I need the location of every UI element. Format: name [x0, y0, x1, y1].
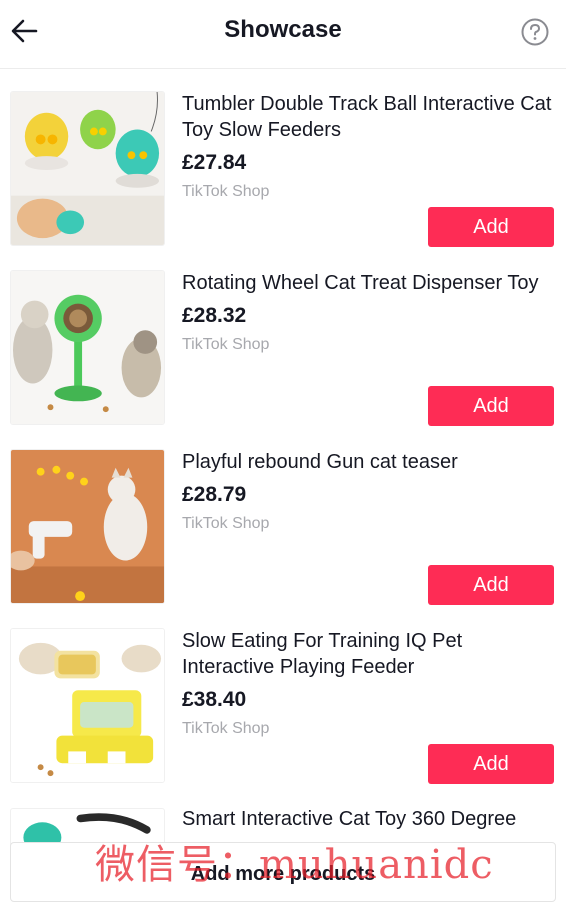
shop-label: TikTok Shop: [182, 515, 270, 532]
product-price: £27.84: [182, 151, 247, 174]
shop-label: TikTok Shop: [182, 183, 270, 200]
product-image: [10, 270, 165, 425]
add-more-products-button[interactable]: Add more products: [10, 842, 556, 902]
shop-label: TikTok Shop: [182, 720, 270, 737]
product-price: £38.40: [182, 688, 247, 711]
product-image: [10, 449, 165, 604]
product-name: Tumbler Double Track Ball Interactive Ca…: [182, 93, 552, 141]
add-button[interactable]: Add: [428, 386, 554, 426]
product-card[interactable]: Rotating Wheel Cat Treat Dispenser Toy £…: [0, 248, 566, 426]
top-bar: Showcase: [0, 0, 566, 69]
product-card[interactable]: Tumbler Double Track Ball Interactive Ca…: [0, 69, 566, 247]
product-name: Smart Interactive Cat Toy 360 Degree: [182, 808, 517, 830]
help-button[interactable]: [520, 17, 550, 47]
product-card[interactable]: Slow Eating For Training IQ Pet Interact…: [0, 606, 566, 784]
product-image: [10, 91, 165, 246]
question-circle-icon: [521, 18, 549, 46]
product-price: £28.32: [182, 304, 247, 327]
add-button[interactable]: Add: [428, 565, 554, 605]
product-card[interactable]: Playful rebound Gun cat teaser £28.79 Ti…: [0, 427, 566, 605]
product-name: Slow Eating For Training IQ Pet Interact…: [182, 630, 463, 678]
page-title: Showcase: [224, 16, 342, 43]
shop-label: TikTok Shop: [182, 336, 270, 353]
product-name: Rotating Wheel Cat Treat Dispenser Toy: [182, 272, 539, 294]
product-image: [10, 628, 165, 783]
product-name: Playful rebound Gun cat teaser: [182, 451, 458, 473]
product-price: £28.79: [182, 483, 247, 506]
add-button[interactable]: Add: [428, 207, 554, 247]
add-button[interactable]: Add: [428, 744, 554, 784]
